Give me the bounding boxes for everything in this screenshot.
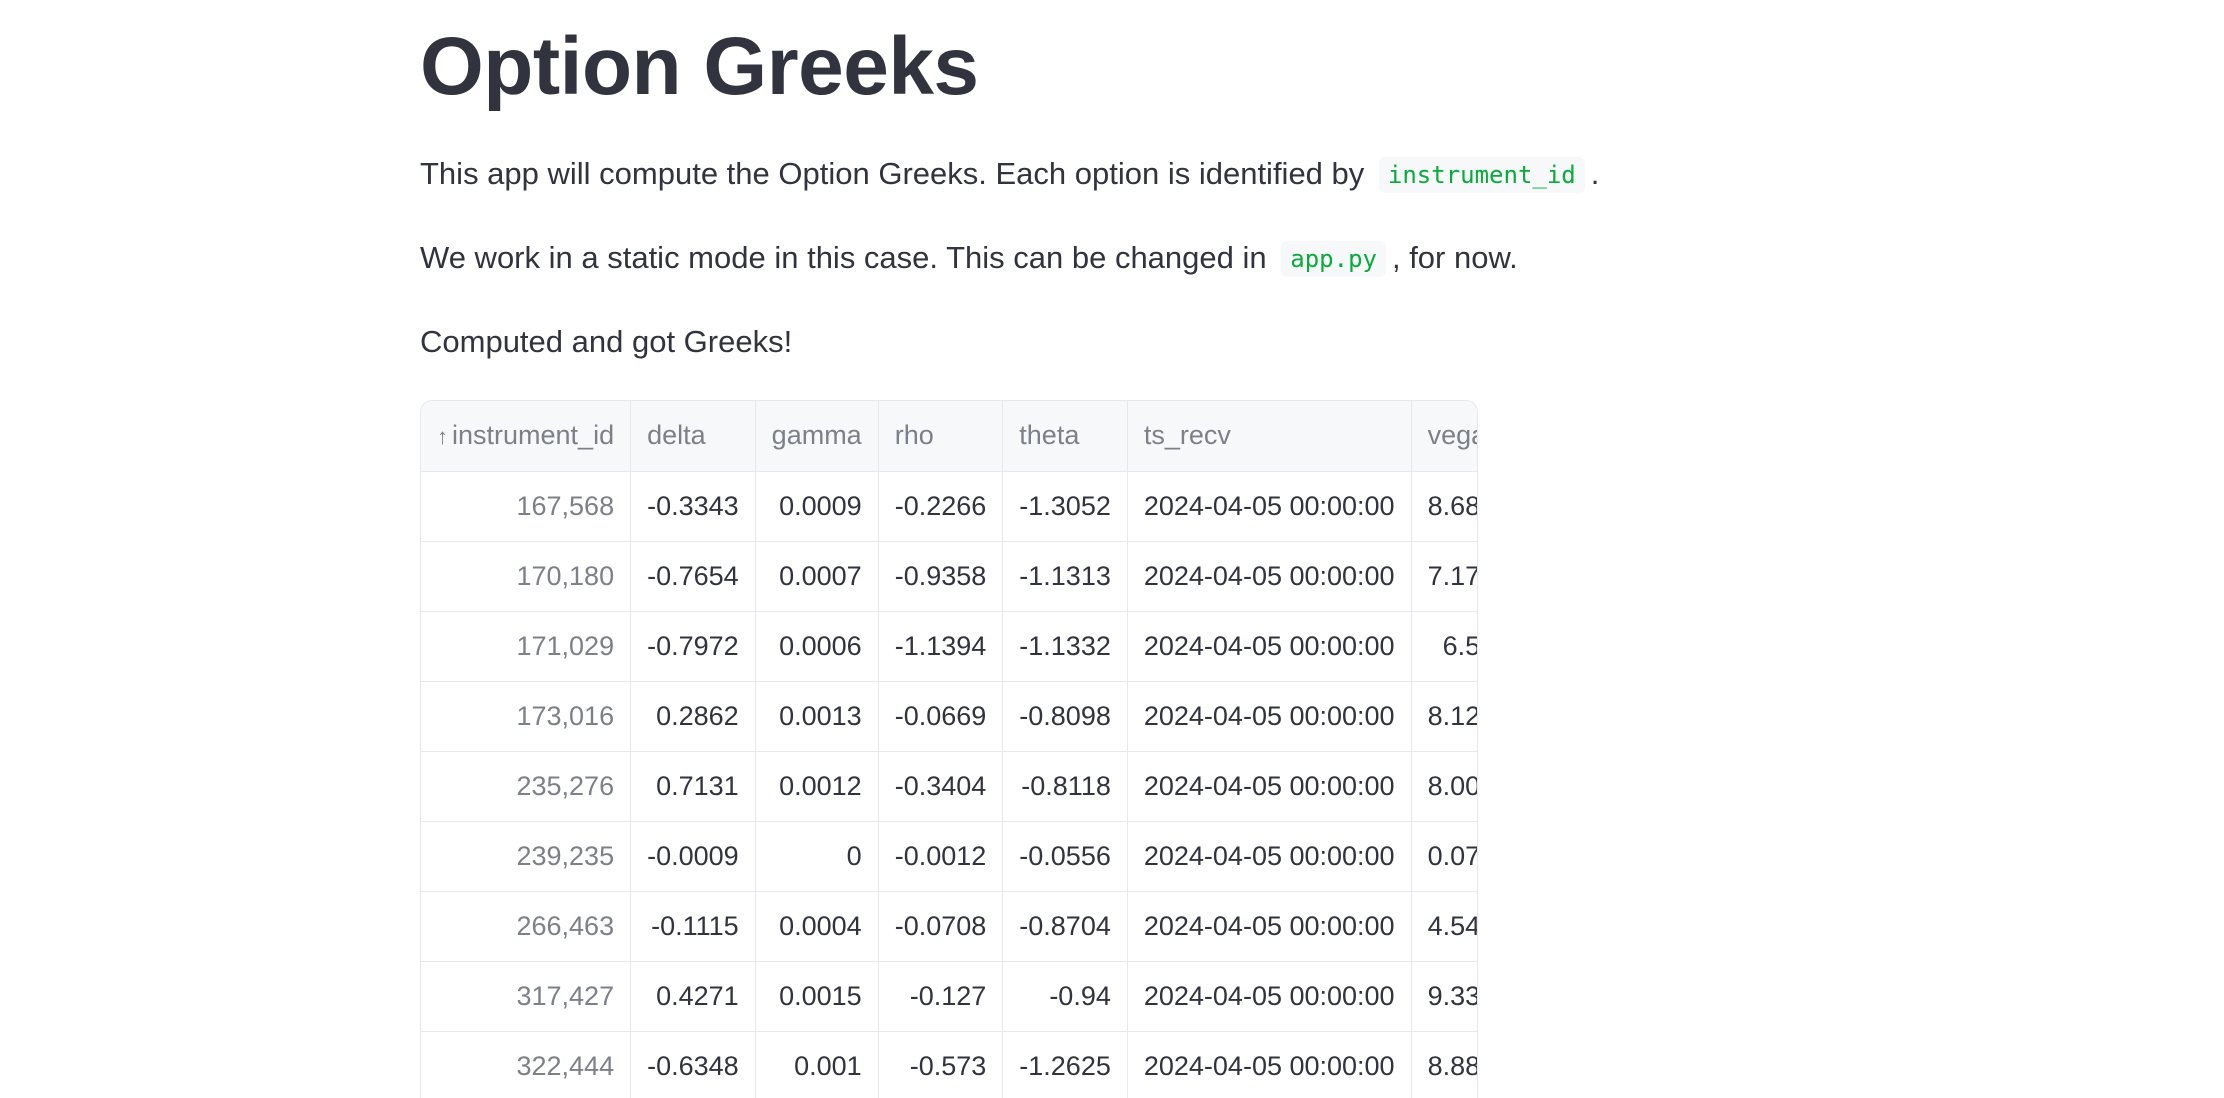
table-header-row: ↑ instrument_id delta gamma rho theta ts_… (421, 401, 1477, 472)
ts-recv-cell[interactable]: 2024-04-05 00:00:00 (1127, 541, 1412, 612)
ts-recv-cell[interactable]: 2024-04-05 00:00:00 (1127, 471, 1412, 542)
gamma-cell[interactable]: 0.0006 (755, 611, 879, 682)
table-row[interactable]: 317,427 0.4271 0.0015 -0.127 -0.94 2024-04-05… (421, 961, 1477, 1032)
delta-cell[interactable]: 0.7131 (630, 751, 756, 822)
delta-cell[interactable]: 0.2862 (630, 681, 756, 752)
column-header-rho[interactable]: rho (878, 401, 1004, 472)
delta-cell[interactable]: 0.4271 (630, 961, 756, 1032)
theta-cell[interactable]: -1.3052 (1002, 471, 1128, 542)
theta-cell[interactable]: -0.8704 (1002, 891, 1128, 962)
instrument-id-cell[interactable]: 317,427 (421, 961, 632, 1032)
gamma-cell[interactable]: 0.0004 (755, 891, 879, 962)
rho-cell[interactable]: -0.0669 (878, 681, 1004, 752)
column-header-vega[interactable]: vega (1411, 401, 1477, 472)
column-header-delta[interactable]: delta (630, 401, 756, 472)
rho-cell[interactable]: -0.2266 (878, 471, 1004, 542)
vega-cell[interactable]: 6.561 (1411, 611, 1477, 682)
column-header-ts-recv[interactable]: ts_recv (1127, 401, 1412, 472)
instrument-id-cell[interactable]: 171,029 (421, 611, 632, 682)
gamma-cell[interactable]: 0 (755, 821, 879, 892)
instrument-id-cell[interactable]: 170,180 (421, 541, 632, 612)
intro-text: This app will compute the Option Greeks.… (420, 152, 1599, 195)
status-message: Computed and got Greeks! (420, 324, 793, 359)
page-title: Option Greeks (420, 21, 979, 112)
table-row[interactable]: 239,235 -0.0009 0 -0.0012 -0.0556 2024-04-05 … (421, 821, 1477, 892)
ts-recv-cell[interactable]: 2024-04-05 00:00:00 (1127, 961, 1412, 1032)
table-row[interactable]: 170,180 -0.7654 0.0007 -0.9358 -1.1313 2024-0… (421, 541, 1477, 612)
vega-cell[interactable]: 8.6814 (1411, 471, 1477, 542)
gamma-cell[interactable]: 0.001 (755, 1031, 879, 1098)
column-header-label: instrument_id (452, 420, 615, 451)
table-row[interactable]: 173,016 0.2862 0.0013 -0.0669 -0.8098 2024-04… (421, 681, 1477, 752)
column-header-instrument-id[interactable]: ↑ instrument_id (421, 401, 632, 472)
delta-cell[interactable]: -0.0009 (630, 821, 756, 892)
mode-note-before: We work in a static mode in this case. T… (420, 240, 1267, 275)
rho-cell[interactable]: -1.1394 (878, 611, 1004, 682)
ts-recv-cell[interactable]: 2024-04-05 00:00:00 (1127, 1031, 1412, 1098)
theta-cell[interactable]: -0.8098 (1002, 681, 1128, 752)
rho-cell[interactable]: -0.9358 (878, 541, 1004, 612)
delta-cell[interactable]: -0.7654 (630, 541, 756, 612)
greeks-table: ↑ instrument_id delta gamma rho theta ts_… (421, 401, 1477, 1098)
table-row[interactable]: 235,276 0.7131 0.0012 -0.3404 -0.8118 2024-04… (421, 751, 1477, 822)
theta-cell[interactable]: -0.94 (1002, 961, 1128, 1032)
vega-cell[interactable]: 4.5409 (1411, 891, 1477, 962)
rho-cell[interactable]: -0.0012 (878, 821, 1004, 892)
table-row[interactable]: 167,568 -0.3343 0.0009 -0.2266 -1.3052 2024-0… (421, 471, 1477, 542)
delta-cell[interactable]: -0.6348 (630, 1031, 756, 1098)
theta-cell[interactable]: -0.8118 (1002, 751, 1128, 822)
mode-note-text: We work in a static mode in this case. T… (420, 236, 1518, 279)
instrument-id-cell[interactable]: 173,016 (421, 681, 632, 752)
rho-cell[interactable]: -0.573 (878, 1031, 1004, 1098)
ts-recv-cell[interactable]: 2024-04-05 00:00:00 (1127, 891, 1412, 962)
vega-cell[interactable]: 7.1727 (1411, 541, 1477, 612)
ts-recv-cell[interactable]: 2024-04-05 00:00:00 (1127, 751, 1412, 822)
rho-cell[interactable]: -0.127 (878, 961, 1004, 1032)
gamma-cell[interactable]: 0.0013 (755, 681, 879, 752)
theta-cell[interactable]: -1.2625 (1002, 1031, 1128, 1098)
vega-cell[interactable]: 8.1202 (1411, 681, 1477, 752)
ts-recv-cell[interactable]: 2024-04-05 00:00:00 (1127, 681, 1412, 752)
column-header-gamma[interactable]: gamma (755, 401, 879, 472)
table-row[interactable]: 266,463 -0.1115 0.0004 -0.0708 -0.8704 2024-0… (421, 891, 1477, 962)
rho-cell[interactable]: -0.0708 (878, 891, 1004, 962)
instrument-id-cell[interactable]: 322,444 (421, 1031, 632, 1098)
table-row[interactable]: 322,444 -0.6348 0.001 -0.573 -1.2625 2024-04-… (421, 1031, 1477, 1098)
gamma-cell[interactable]: 0.0012 (755, 751, 879, 822)
gamma-cell[interactable]: 0.0015 (755, 961, 879, 1032)
instrument-id-cell[interactable]: 235,276 (421, 751, 632, 822)
gamma-cell[interactable]: 0.0009 (755, 471, 879, 542)
delta-cell[interactable]: -0.1115 (630, 891, 756, 962)
app-page: Option Greeks This app will compute the … (0, 0, 2224, 1098)
vega-cell[interactable]: 8.8855 (1411, 1031, 1477, 1098)
theta-cell[interactable]: -1.1313 (1002, 541, 1128, 612)
table-row[interactable]: 171,029 -0.7972 0.0006 -1.1394 -1.1332 2024-0… (421, 611, 1477, 682)
table-body: 167,568 -0.3343 0.0009 -0.2266 -1.3052 2024-0… (421, 471, 1477, 1098)
instrument-id-code: instrument_id (1378, 157, 1585, 193)
mode-note-after: , for now. (1391, 240, 1518, 275)
greeks-dataframe[interactable]: ↑ instrument_id delta gamma rho theta ts_… (420, 400, 1478, 1098)
intro-text-after: . (1590, 156, 1600, 191)
theta-cell[interactable]: -0.0556 (1002, 821, 1128, 892)
instrument-id-cell[interactable]: 239,235 (421, 821, 632, 892)
vega-cell[interactable]: 0.0748 (1411, 821, 1477, 892)
theta-cell[interactable]: -1.1332 (1002, 611, 1128, 682)
delta-cell[interactable]: -0.3343 (630, 471, 756, 542)
intro-text-before: This app will compute the Option Greeks.… (420, 156, 1365, 191)
vega-cell[interactable]: 8.0047 (1411, 751, 1477, 822)
rho-cell[interactable]: -0.3404 (878, 751, 1004, 822)
ts-recv-cell[interactable]: 2024-04-05 00:00:00 (1127, 821, 1412, 892)
sort-ascending-icon: ↑ (437, 424, 448, 450)
column-header-theta[interactable]: theta (1002, 401, 1128, 472)
vega-cell[interactable]: 9.3391 (1411, 961, 1477, 1032)
app-py-code: app.py (1281, 241, 1386, 277)
instrument-id-cell[interactable]: 266,463 (421, 891, 632, 962)
ts-recv-cell[interactable]: 2024-04-05 00:00:00 (1127, 611, 1412, 682)
instrument-id-cell[interactable]: 167,568 (421, 471, 632, 542)
delta-cell[interactable]: -0.7972 (630, 611, 756, 682)
gamma-cell[interactable]: 0.0007 (755, 541, 879, 612)
